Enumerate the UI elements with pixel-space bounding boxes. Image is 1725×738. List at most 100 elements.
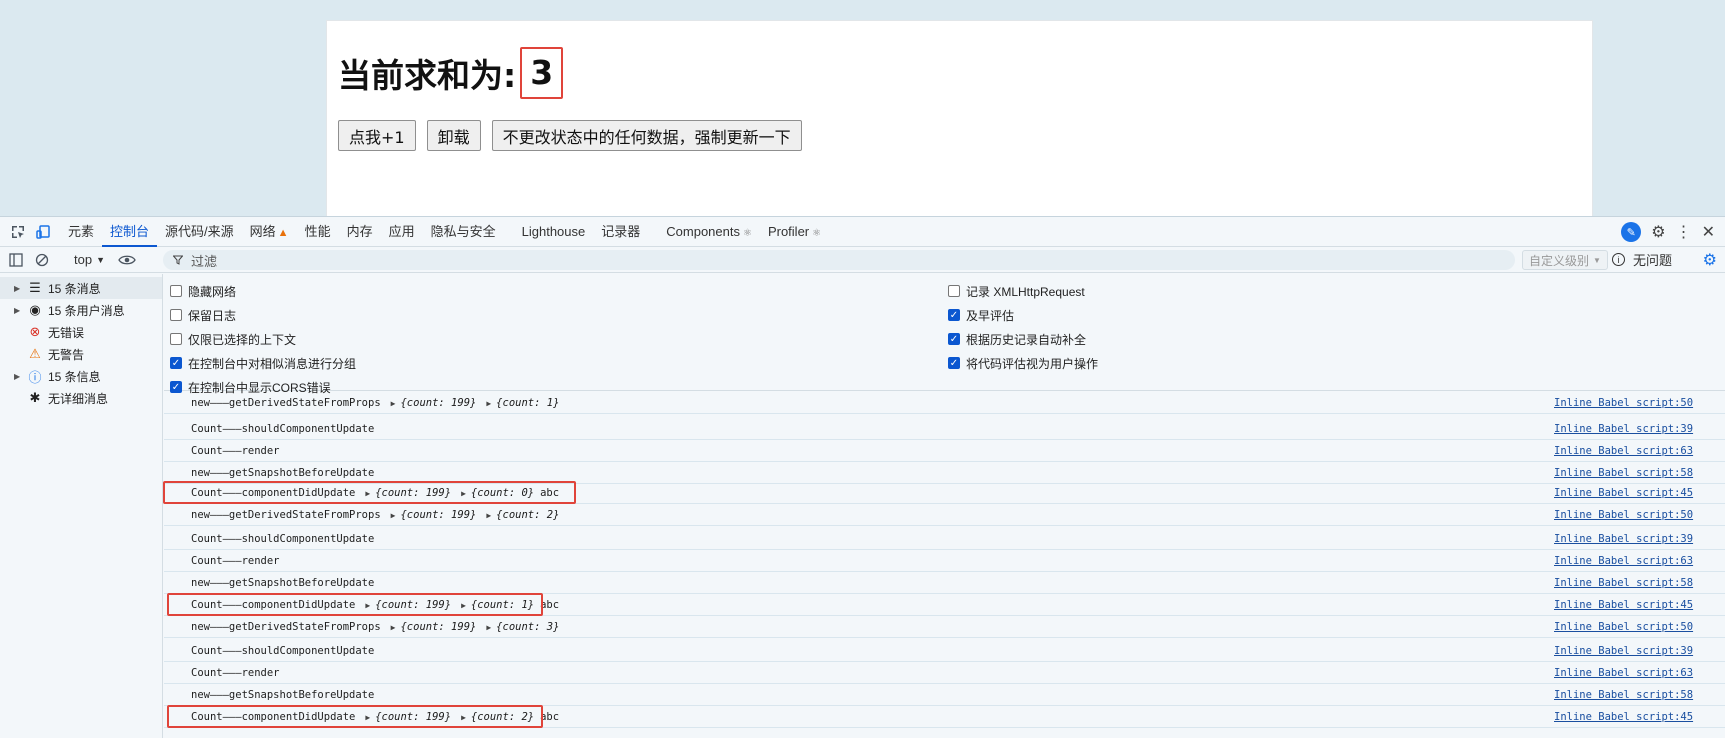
sidebar-toggle-icon[interactable] — [6, 250, 26, 270]
source-link[interactable]: Inline Babel script:39 — [1554, 423, 1693, 435]
tab-privacy-security[interactable]: 隐私与安全 — [423, 217, 504, 247]
tab-console[interactable]: 控制台 — [102, 217, 158, 247]
expand-arrow-icon[interactable]: ▶ — [461, 489, 466, 498]
source-link[interactable]: Inline Babel script:45 — [1554, 487, 1693, 499]
source-link[interactable]: Inline Babel script:39 — [1554, 645, 1693, 657]
tabbar-actions: ✎ ⚙ ⋮ ✕ — [1621, 222, 1715, 242]
source-link[interactable]: Inline Babel script:63 — [1554, 445, 1693, 457]
checkbox[interactable] — [948, 285, 960, 297]
tab-recorder[interactable]: 记录器 — [593, 217, 648, 247]
object-preview[interactable]: ▶ {count: 3} — [476, 621, 559, 633]
expand-arrow-icon[interactable]: ▶ — [391, 623, 396, 632]
tab-components[interactable]: Components ⚛ — [658, 217, 760, 247]
object-preview[interactable]: ▶ {count: 2} — [451, 711, 534, 723]
setting-log-xhr[interactable]: 记录 XMLHttpRequest — [948, 282, 1085, 300]
device-toolbar-icon[interactable] — [34, 222, 54, 242]
tab-application[interactable]: 应用 — [381, 217, 423, 247]
object-preview[interactable]: ▶ {count: 199} — [381, 397, 477, 409]
info-icon: ⓘ — [28, 369, 42, 385]
log-text: Count———render — [191, 555, 280, 567]
force-update-button[interactable]: 不更改状态中的任何数据，强制更新一下 — [491, 120, 802, 151]
source-link[interactable]: Inline Babel script:58 — [1554, 467, 1693, 479]
tab-lighthouse[interactable]: Lighthouse — [514, 217, 594, 247]
checkbox[interactable] — [170, 333, 182, 345]
eye-icon[interactable] — [117, 250, 137, 270]
source-link[interactable]: Inline Babel script:45 — [1554, 711, 1693, 723]
sidebar-item-verbose[interactable]: ✱ 无详细消息 — [0, 387, 162, 409]
expand-arrow-icon[interactable]: ▶ — [365, 601, 370, 610]
sidebar-item-messages[interactable]: ▶ ☰ 15 条消息 — [0, 277, 162, 299]
tab-sources[interactable]: 源代码/来源 — [157, 217, 242, 247]
log-text: Count———shouldComponentUpdate — [191, 423, 375, 435]
sidebar-item-user-messages[interactable]: ▶ ◉ 15 条用户消息 — [0, 299, 162, 321]
sidebar-item-warnings[interactable]: ⚠ 无警告 — [0, 343, 162, 365]
expand-arrow-icon[interactable]: ▶ — [486, 511, 491, 520]
object-preview[interactable]: ▶ {count: 199} — [355, 487, 451, 499]
checkbox[interactable]: ✓ — [170, 357, 182, 369]
expand-arrow-icon[interactable]: ▶ — [461, 713, 466, 722]
setting-hide-network[interactable]: 隐藏网络 — [170, 282, 236, 300]
console-message-row: Count———render Inline Babel script:63 — [164, 550, 1725, 572]
object-preview[interactable]: ▶ {count: 1} — [451, 599, 534, 611]
checkbox[interactable]: ✓ — [948, 357, 960, 369]
page-content: 当前求和为: 3 点我+1 卸载 不更改状态中的任何数据，强制更新一下 — [326, 20, 1593, 216]
source-link[interactable]: Inline Babel script:63 — [1554, 667, 1693, 679]
setting-autocomplete-history[interactable]: ✓ 根据历史记录自动补全 — [948, 330, 1086, 348]
tab-memory[interactable]: 内存 — [339, 217, 381, 247]
issues-indicator[interactable]: i 无问题 — [1612, 250, 1672, 269]
source-link[interactable]: Inline Babel script:58 — [1554, 689, 1693, 701]
object-preview[interactable]: ▶ {count: 199} — [355, 599, 451, 611]
expand-arrow-icon[interactable]: ▶ — [486, 399, 491, 408]
customize-icon[interactable]: ✎ — [1621, 222, 1642, 242]
object-preview[interactable]: ▶ {count: 199} — [355, 711, 451, 723]
console-message-text: Count———componentDidUpdate ▶ {count: 199} ▶… — [191, 487, 559, 499]
filter-input[interactable]: 过滤 — [163, 250, 1515, 270]
expand-arrow-icon[interactable]: ▶ — [365, 713, 370, 722]
source-link[interactable]: Inline Babel script:50 — [1554, 397, 1693, 409]
source-link[interactable]: Inline Babel script:63 — [1554, 555, 1693, 567]
clear-console-icon[interactable] — [32, 250, 52, 270]
object-preview[interactable]: ▶ {count: 2} — [476, 509, 559, 521]
console-settings-icon[interactable]: ⚙ — [1703, 250, 1717, 270]
source-link[interactable]: Inline Babel script:50 — [1554, 509, 1693, 521]
inspect-element-icon[interactable] — [8, 222, 28, 242]
object-preview[interactable]: ▶ {count: 0} — [451, 487, 534, 499]
setting-selected-context-only[interactable]: 仅限已选择的上下文 — [170, 330, 296, 348]
tab-profiler[interactable]: Profiler ⚛ — [760, 217, 829, 247]
expand-arrow-icon[interactable]: ▶ — [461, 601, 466, 610]
settings-icon[interactable]: ⚙ — [1651, 222, 1665, 242]
increment-button[interactable]: 点我+1 — [338, 120, 416, 151]
setting-treat-eval-as-user[interactable]: ✓ 将代码评估视为用户操作 — [948, 354, 1098, 372]
object-preview[interactable]: ▶ {count: 199} — [381, 509, 477, 521]
checkbox[interactable] — [170, 285, 182, 297]
source-link[interactable]: Inline Babel script:39 — [1554, 533, 1693, 545]
tab-performance[interactable]: 性能 — [297, 217, 339, 247]
object-preview[interactable]: ▶ {count: 199} — [381, 621, 477, 633]
sidebar-item-errors[interactable]: ⊗ 无错误 — [0, 321, 162, 343]
expand-arrow-icon[interactable]: ▶ — [365, 489, 370, 498]
tab-network[interactable]: 网络 ▲ — [242, 217, 297, 247]
setting-preserve-log[interactable]: 保留日志 — [170, 306, 236, 324]
log-extra-text: abc — [540, 487, 560, 499]
source-link[interactable]: Inline Babel script:58 — [1554, 577, 1693, 589]
setting-group-similar[interactable]: ✓ 在控制台中对相似消息进行分组 — [170, 354, 356, 372]
object-preview[interactable]: ▶ {count: 1} — [476, 397, 559, 409]
checkbox[interactable]: ✓ — [948, 309, 960, 321]
setting-eager-evaluation[interactable]: ✓ 及早评估 — [948, 306, 1014, 324]
unmount-button[interactable]: 卸载 — [426, 120, 481, 151]
context-selector[interactable]: top ▼ — [68, 250, 111, 270]
expand-arrow-icon[interactable]: ▶ — [391, 399, 396, 408]
expand-arrow-icon[interactable]: ▶ — [486, 623, 491, 632]
console-message-text: new———getSnapshotBeforeUpdate — [191, 467, 374, 479]
source-link[interactable]: Inline Babel script:50 — [1554, 621, 1693, 633]
expand-arrow-icon[interactable]: ▶ — [391, 511, 396, 520]
sidebar-item-info[interactable]: ▶ ⓘ 15 条信息 — [0, 365, 162, 387]
more-options-icon[interactable]: ⋮ — [1676, 222, 1692, 242]
checkbox[interactable] — [170, 309, 182, 321]
close-icon[interactable]: ✕ — [1702, 222, 1715, 242]
react-icon: ⚛ — [742, 227, 752, 239]
log-levels-dropdown[interactable]: 自定义级别 ▼ — [1522, 250, 1608, 270]
source-link[interactable]: Inline Babel script:45 — [1554, 599, 1693, 611]
tab-elements[interactable]: 元素 — [60, 217, 102, 247]
checkbox[interactable]: ✓ — [948, 333, 960, 345]
